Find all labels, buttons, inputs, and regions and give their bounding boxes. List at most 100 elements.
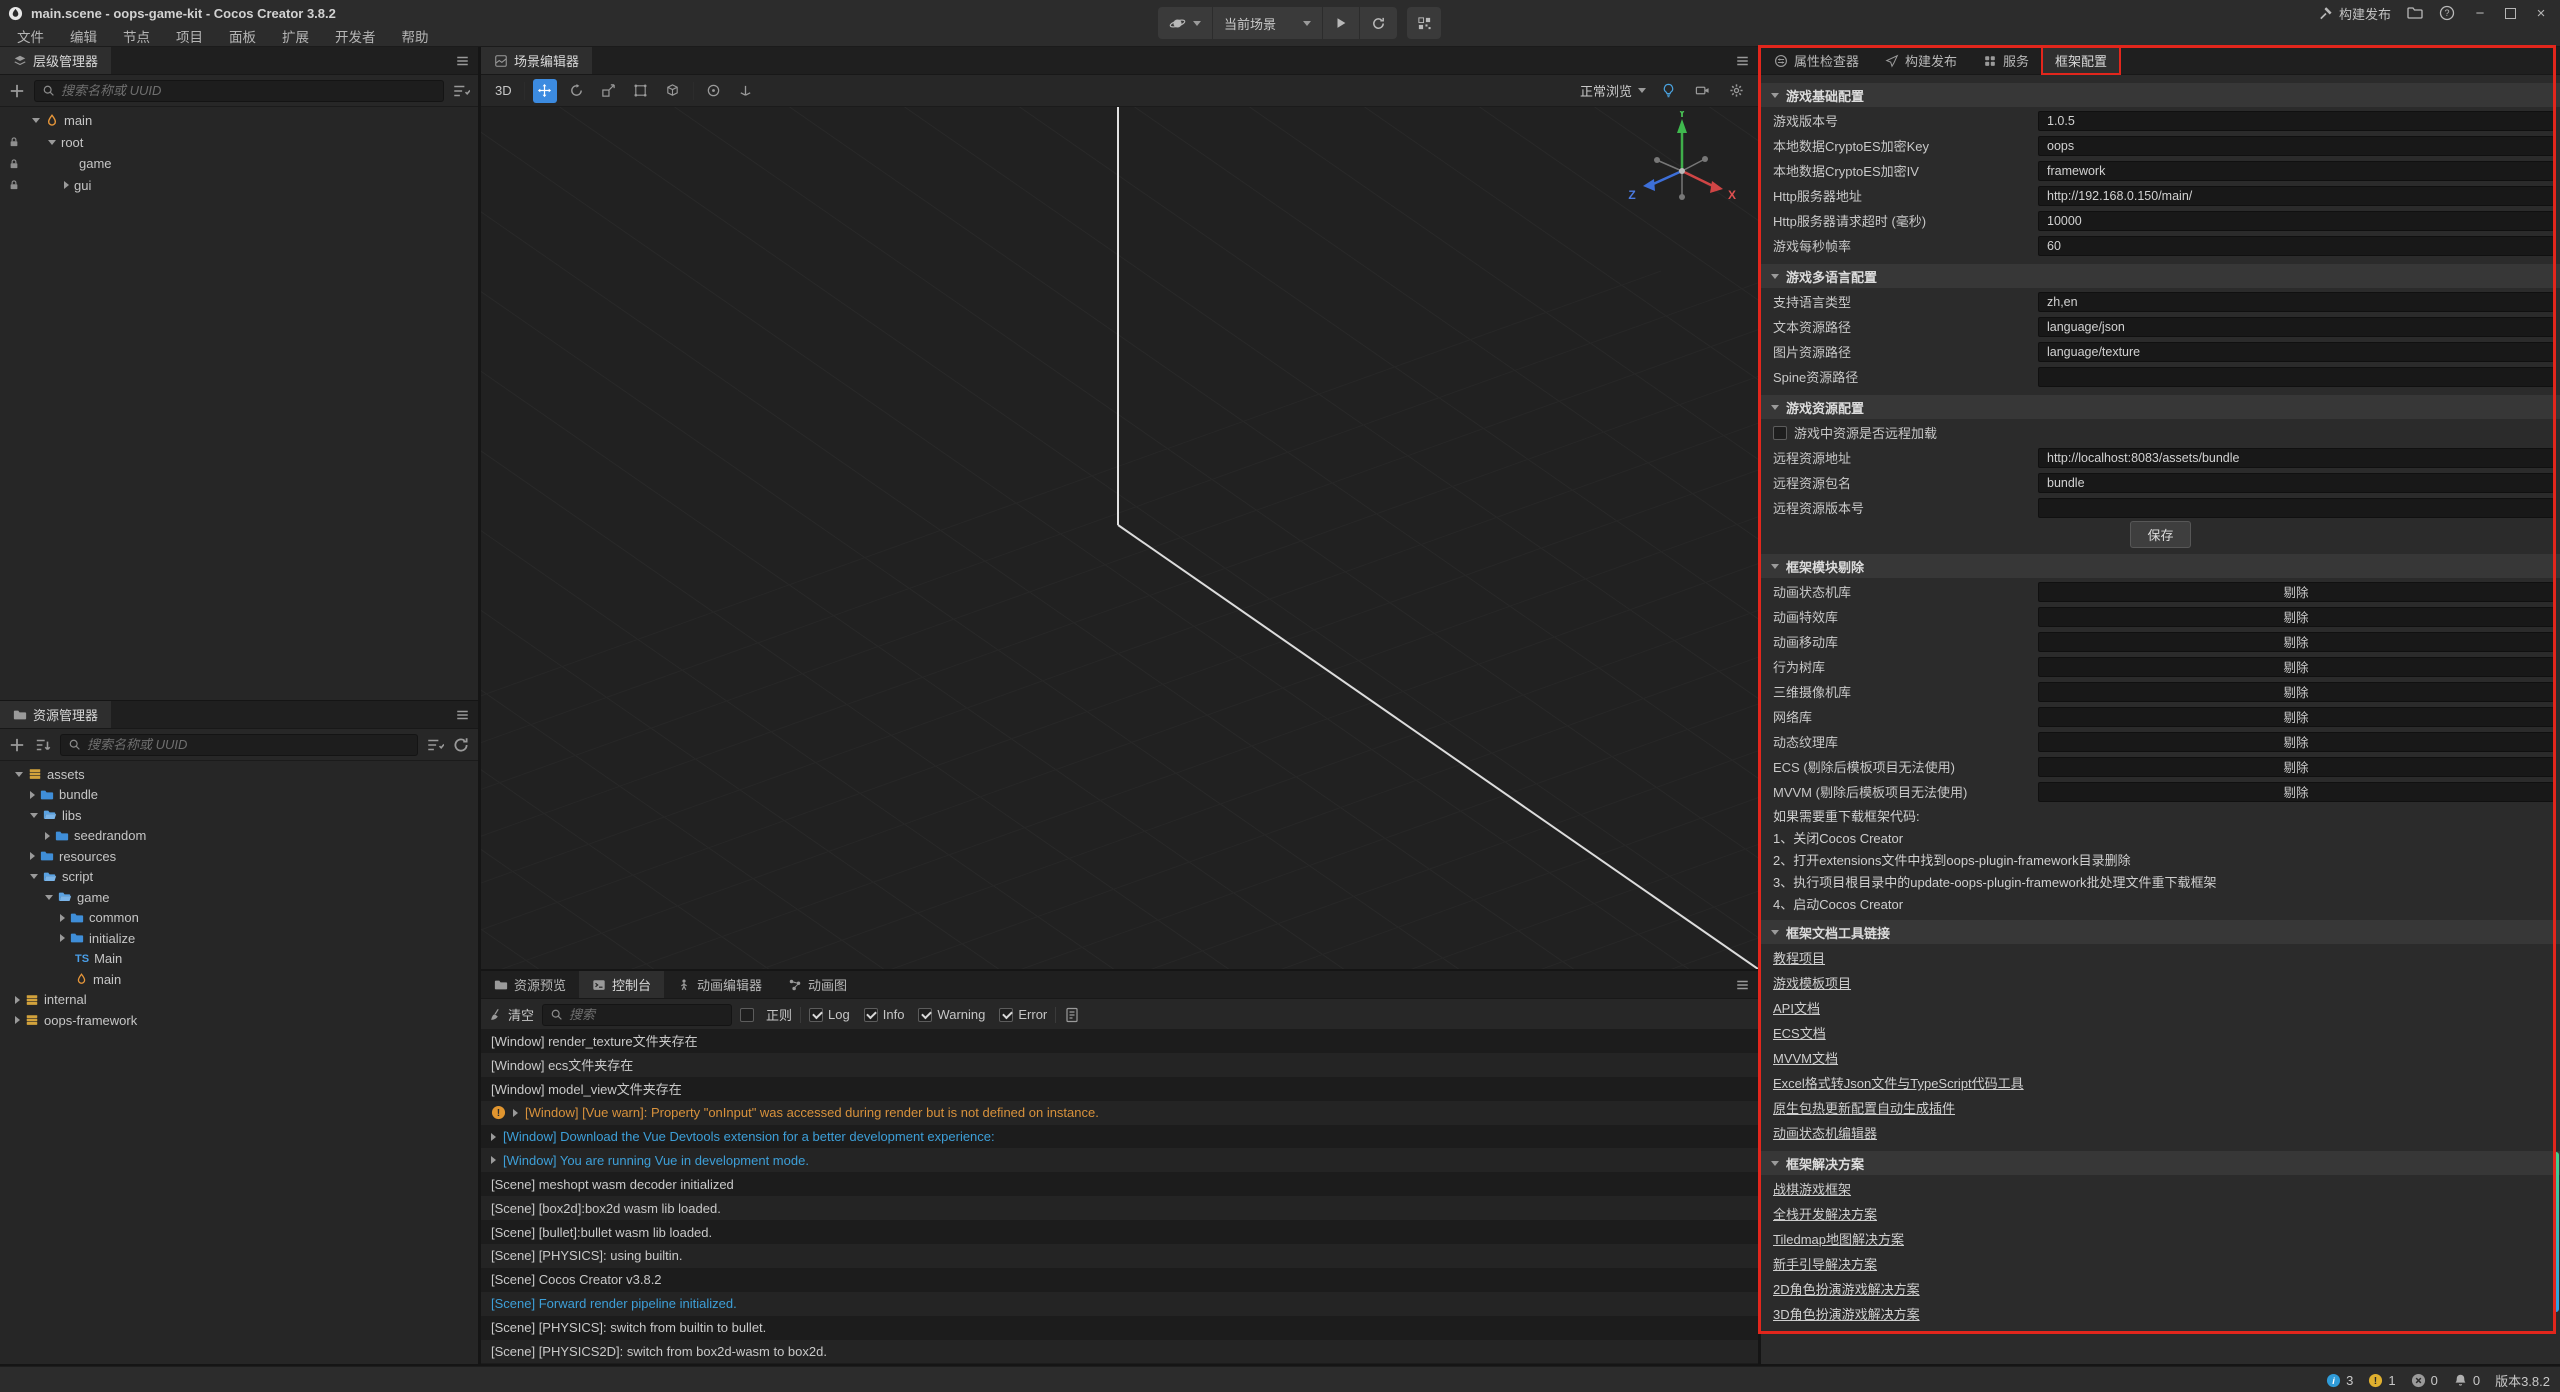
tab-animation-graph[interactable]: 动画图 xyxy=(775,971,860,998)
assets-menu-icon[interactable] xyxy=(455,708,470,722)
asset-node-libs[interactable]: libs xyxy=(0,805,478,826)
build-publish-button[interactable]: 构建发布 xyxy=(2318,4,2391,23)
inspector-scrollbar-thumb[interactable] xyxy=(2553,1152,2559,1312)
link-rpg-3d-solution[interactable]: 3D角色扮演游戏解决方案 xyxy=(1773,1304,1920,1323)
create-node-button[interactable] xyxy=(8,82,26,100)
move-lib-remove-button[interactable]: 剔除 xyxy=(2038,632,2554,652)
console-menu-icon[interactable] xyxy=(1735,978,1750,992)
remote-load-checkbox[interactable] xyxy=(1773,426,1787,440)
rect-tool-button[interactable] xyxy=(629,79,653,103)
info-checkbox[interactable] xyxy=(864,1008,878,1022)
animator-lib-remove-button[interactable]: 剔除 xyxy=(2038,582,2554,602)
asset-node-script[interactable]: script xyxy=(0,867,478,888)
minimize-button[interactable]: − xyxy=(2471,5,2489,22)
console-log-row[interactable]: [Window] ecs文件夹存在 xyxy=(481,1053,1758,1077)
tab-animation-editor[interactable]: 动画编辑器 xyxy=(664,971,775,998)
chevron-right-icon[interactable] xyxy=(513,1109,518,1117)
tab-assets[interactable]: 资源管理器 xyxy=(0,701,111,728)
chevron-down-icon[interactable] xyxy=(45,895,53,900)
asset-node-oops-framework[interactable]: oops-framework xyxy=(0,1010,478,1031)
console-log-row[interactable]: [Window] render_texture文件夹存在 xyxy=(481,1029,1758,1053)
menu-item-6[interactable]: 开发者 xyxy=(322,26,389,46)
hierarchy-node-gui[interactable]: gui xyxy=(0,175,478,197)
console-log-list[interactable]: [Window] render_texture文件夹存在[Window] ecs… xyxy=(481,1029,1758,1364)
console-log-row[interactable]: [Scene] [PHYSICS]: using builtin. xyxy=(481,1244,1758,1268)
console-log-row[interactable]: [Window] Download the Vue Devtools exten… xyxy=(481,1125,1758,1149)
asset-node-main[interactable]: main xyxy=(0,969,478,990)
section-header[interactable]: 游戏资源配置 xyxy=(1761,395,2560,419)
scene-select-dropdown[interactable]: 当前场景 xyxy=(1213,7,1322,39)
chevron-right-icon[interactable] xyxy=(60,914,65,922)
preview-platform-select[interactable] xyxy=(1158,7,1212,39)
effect-lib-remove-button[interactable]: 剔除 xyxy=(2038,607,2554,627)
scene-menu-icon[interactable] xyxy=(1735,54,1750,68)
console-log-row[interactable]: [Scene] [box2d]:box2d wasm lib loaded. xyxy=(481,1196,1758,1220)
network-lib-remove-button[interactable]: 剔除 xyxy=(2038,707,2554,727)
error-checkbox[interactable] xyxy=(999,1008,1013,1022)
tab-inspector[interactable]: 属性检查器 xyxy=(1761,47,1872,74)
section-header[interactable]: 框架文档工具链接 xyxy=(1761,920,2560,944)
chevron-down-icon[interactable] xyxy=(1771,930,1779,935)
menu-item-4[interactable]: 面板 xyxy=(216,26,269,46)
assets-search[interactable] xyxy=(60,734,418,756)
scene-settings-button[interactable] xyxy=(1724,79,1748,103)
view-mode-dropdown[interactable]: 正常浏览 xyxy=(1580,81,1646,100)
coordinate-toggle-button[interactable] xyxy=(734,79,758,103)
filter-log[interactable]: Log xyxy=(809,1007,850,1022)
console-log-row[interactable]: [Scene] Cocos Creator v3.8.2 xyxy=(481,1268,1758,1292)
help-icon[interactable]: ? xyxy=(2439,5,2455,21)
asset-node-resources[interactable]: resources xyxy=(0,846,478,867)
console-search[interactable] xyxy=(542,1004,732,1026)
chevron-right-icon[interactable] xyxy=(491,1133,496,1141)
chevron-down-icon[interactable] xyxy=(1771,564,1779,569)
tab-asset-preview[interactable]: 资源预览 xyxy=(481,971,579,998)
scale-tool-button[interactable] xyxy=(597,79,621,103)
axis-gizmo[interactable]: Y X Z xyxy=(1617,111,1747,226)
language-types-input[interactable] xyxy=(2038,292,2554,312)
create-asset-button[interactable] xyxy=(8,736,26,754)
link-excel-to-json-tool[interactable]: Excel格式转Json文件与TypeScript代码工具 xyxy=(1773,1073,2024,1092)
chevron-down-icon[interactable] xyxy=(32,118,40,123)
chevron-right-icon[interactable] xyxy=(60,934,65,942)
preview-qr-button[interactable] xyxy=(1407,7,1441,39)
hierarchy-node-game[interactable]: game xyxy=(0,153,478,175)
chevron-down-icon[interactable] xyxy=(1771,93,1779,98)
hierarchy-menu-icon[interactable] xyxy=(455,54,470,68)
chevron-down-icon[interactable] xyxy=(1771,274,1779,279)
move-tool-button[interactable] xyxy=(533,79,557,103)
reload-button[interactable] xyxy=(1360,7,1397,39)
menu-item-3[interactable]: 项目 xyxy=(163,26,216,46)
camera3d-lib-remove-button[interactable]: 剔除 xyxy=(2038,682,2554,702)
chevron-down-icon[interactable] xyxy=(1771,1161,1779,1166)
camera-settings-button[interactable] xyxy=(1690,79,1714,103)
hierarchy-node-root[interactable]: root xyxy=(0,132,478,154)
filter-error[interactable]: Error xyxy=(999,1007,1047,1022)
play-button[interactable] xyxy=(1323,7,1359,39)
console-log-row[interactable]: [Window] model_view文件夹存在 xyxy=(481,1077,1758,1101)
asset-node-game[interactable]: game xyxy=(0,887,478,908)
asset-node-common[interactable]: common xyxy=(0,908,478,929)
chevron-right-icon[interactable] xyxy=(15,1016,20,1024)
section-header[interactable]: 游戏多语言配置 xyxy=(1761,264,2560,288)
mode-3d-toggle[interactable]: 3D xyxy=(491,83,516,98)
maximize-button[interactable] xyxy=(2505,8,2516,19)
link-native-hotupdate-plugin[interactable]: 原生包热更新配置自动生成插件 xyxy=(1773,1098,1955,1117)
section-header[interactable]: 框架解决方案 xyxy=(1761,1151,2560,1175)
dynamic-texture-lib-remove-button[interactable]: 剔除 xyxy=(2038,732,2554,752)
behavior-tree-lib-remove-button[interactable]: 剔除 xyxy=(2038,657,2554,677)
menu-item-1[interactable]: 编辑 xyxy=(57,26,110,46)
section-header[interactable]: 框架模块剔除 xyxy=(1761,554,2560,578)
log-file-icon[interactable] xyxy=(1064,1007,1080,1023)
asset-node-internal[interactable]: internal xyxy=(0,990,478,1011)
tab-scene-editor[interactable]: 场景编辑器 xyxy=(481,47,592,74)
chevron-down-icon[interactable] xyxy=(1771,405,1779,410)
console-search-input[interactable] xyxy=(569,1007,745,1022)
link-mvvm-doc[interactable]: MVVM文档 xyxy=(1773,1048,1838,1067)
remote-resource-version-input[interactable] xyxy=(2038,498,2554,518)
link-tiledmap-solution[interactable]: Tiledmap地图解决方案 xyxy=(1773,1229,1904,1248)
regex-checkbox[interactable] xyxy=(740,1008,754,1022)
assets-filter-icon[interactable] xyxy=(426,736,444,754)
link-tutorial-project[interactable]: 教程项目 xyxy=(1773,948,1825,967)
asset-node-initialize[interactable]: initialize xyxy=(0,928,478,949)
chevron-right-icon[interactable] xyxy=(491,1156,496,1164)
